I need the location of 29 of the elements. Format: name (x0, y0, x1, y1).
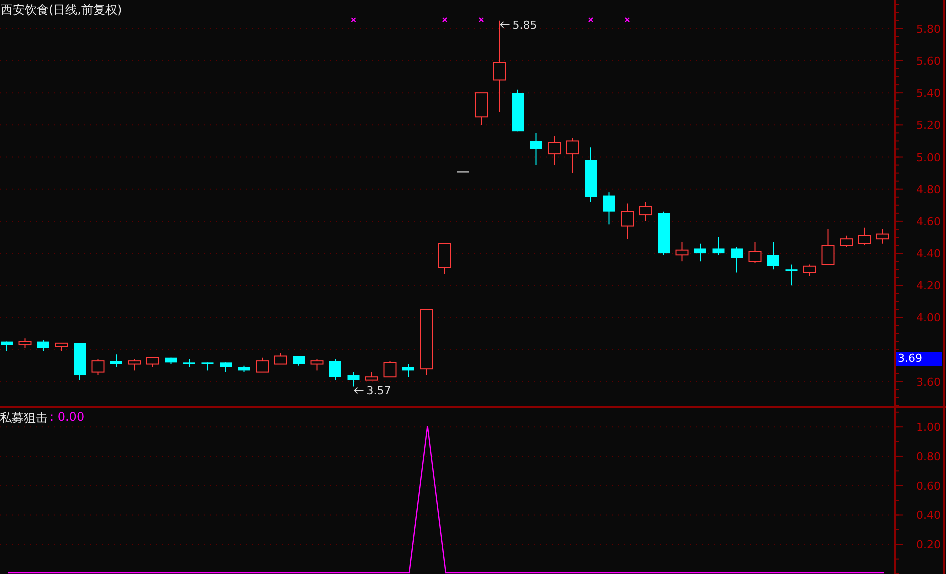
axis-label: 4.00 (916, 312, 941, 325)
price-annotation: 5.85 (500, 18, 538, 32)
axis-label: 5.00 (916, 151, 941, 164)
candlestick (475, 92, 488, 126)
candlestick (621, 203, 634, 240)
axis-label: 5.60 (916, 54, 941, 68)
axis-label: 4.20 (916, 280, 941, 293)
axis-label: 5.80 (916, 22, 941, 36)
candlestick (438, 243, 452, 275)
axis-label: 4.40 (916, 248, 941, 261)
indicator-value: : 0.00 (50, 410, 85, 426)
axis-label: 0.20 (916, 538, 941, 552)
axis-label: 1.00 (916, 421, 941, 434)
current-price-label: 3.69 (896, 352, 942, 366)
price-annotation: 3.57 (354, 384, 392, 398)
axis-label: 4.80 (916, 183, 941, 196)
axis-label: 5.20 (916, 119, 941, 132)
annotation: 3.57 (366, 384, 392, 398)
axis-label: 5.40 (916, 87, 941, 100)
candlestick (585, 147, 597, 203)
axis-label: 0.80 (916, 450, 941, 464)
chart-title: 西安饮食(日线,前复权) (1, 2, 122, 19)
indicator-name: 私募狙击 (0, 410, 48, 427)
axis-label: 4.60 (916, 215, 941, 228)
axis-label: 3.60 (916, 376, 941, 389)
annotation: 5.85 (512, 18, 538, 32)
axis-label: 0.40 (916, 509, 941, 522)
axis-label: 0.60 (916, 480, 941, 493)
candlestick (348, 372, 360, 388)
